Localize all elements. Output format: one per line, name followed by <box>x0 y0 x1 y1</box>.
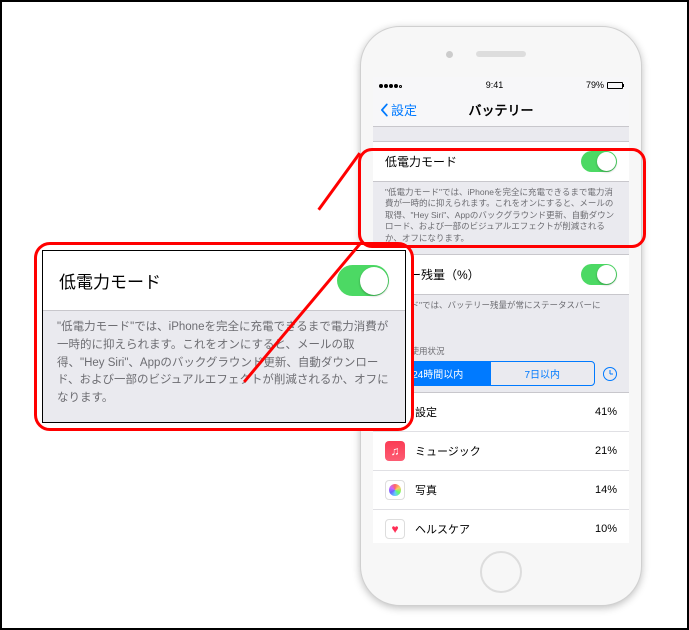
app-label: ミュージック <box>415 443 595 459</box>
app-row[interactable]: ♫ ミュージック 21% <box>373 432 629 471</box>
app-pct: 14% <box>595 484 617 496</box>
connector-line <box>317 152 361 210</box>
segment-7d[interactable]: 7日以内 <box>490 362 595 385</box>
app-pct: 21% <box>595 445 617 457</box>
health-app-icon: ♥ <box>385 519 405 539</box>
music-app-icon: ♫ <box>385 441 405 461</box>
battery-pct-toggle-label: テリー残量（%） <box>385 266 581 283</box>
low-power-switch[interactable] <box>581 151 617 172</box>
callout-low-power-footer: "低電力モード"では、iPhoneを完全に充電できるまで電力消費が一時的に抑えら… <box>43 311 405 422</box>
battery-pct-label: 79% <box>586 80 604 90</box>
battery-icon <box>607 82 623 89</box>
app-label: ヘルスケア <box>415 521 595 537</box>
battery-pct-switch[interactable] <box>581 264 617 285</box>
low-power-cell[interactable]: 低電力モード <box>373 141 629 182</box>
document-frame: 9:41 79% 設定 バッテリー 低電力モード <box>0 0 689 630</box>
app-row[interactable]: 写真 14% <box>373 471 629 510</box>
app-pct: 10% <box>595 523 617 535</box>
signal-dots-icon <box>379 80 403 90</box>
app-label: 写真 <box>415 482 595 498</box>
speaker-slot <box>476 51 526 57</box>
callout-low-power-label: 低電力モード <box>59 268 161 293</box>
low-power-label: 低電力モード <box>385 153 581 170</box>
nav-bar: 設定 バッテリー <box>373 93 629 127</box>
app-row[interactable]: ♥ ヘルスケア 10% <box>373 510 629 543</box>
app-label: 設定 <box>415 404 595 420</box>
app-pct: 41% <box>595 406 617 418</box>
status-bar: 9:41 79% <box>373 77 629 93</box>
callout-low-power-cell[interactable]: 低電力モード <box>43 251 405 311</box>
nav-title: バッテリー <box>373 100 629 119</box>
status-time: 9:41 <box>486 80 504 90</box>
callout-zoom: 低電力モード "低電力モード"では、iPhoneを完全に充電できるまで電力消費が… <box>34 242 414 431</box>
clock-icon[interactable] <box>603 367 617 381</box>
low-power-footer: "低電力モード"では、iPhoneを完全に充電できるまで電力消費が一時的に抑えら… <box>373 182 629 254</box>
usage-segmented-control[interactable]: 24時間以内 7日以内 <box>385 361 595 386</box>
photos-app-icon <box>385 480 405 500</box>
home-button[interactable] <box>480 551 522 593</box>
callout-low-power-switch[interactable] <box>337 265 389 296</box>
camera-dot <box>446 51 453 58</box>
